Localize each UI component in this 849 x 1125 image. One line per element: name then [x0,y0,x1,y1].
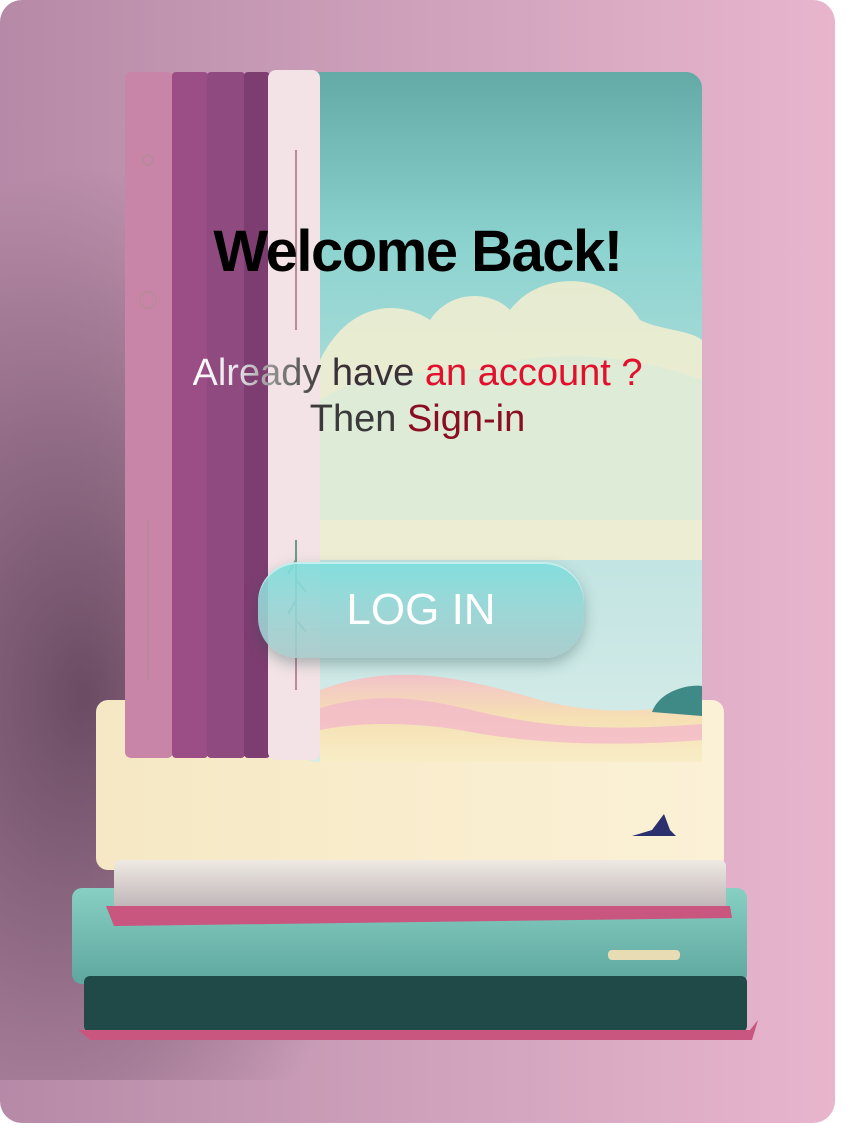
teal-book-logo [608,950,680,960]
subtitle-line-2: Then Sign-in [100,396,735,442]
subtitle-already-text: Already [192,352,322,394]
teal-book-pages [84,976,747,1032]
subtitle-account-text: an account ? [424,352,643,394]
login-subtitle: Already have an account ? Then Sign-in [100,350,735,442]
welcome-title: Welcome Back! [213,219,623,284]
subtitle-line-1: Already have an account ? [100,350,735,396]
login-card: Welcome Back! Already have an account ? … [0,0,835,1123]
login-button[interactable]: LOG IN [258,562,584,658]
subtitle-then-text: Then [309,398,407,440]
subtitle-have-text: have [321,352,425,394]
cream-book-pages [114,860,726,914]
subtitle-signin-text: Sign-in [406,398,526,440]
